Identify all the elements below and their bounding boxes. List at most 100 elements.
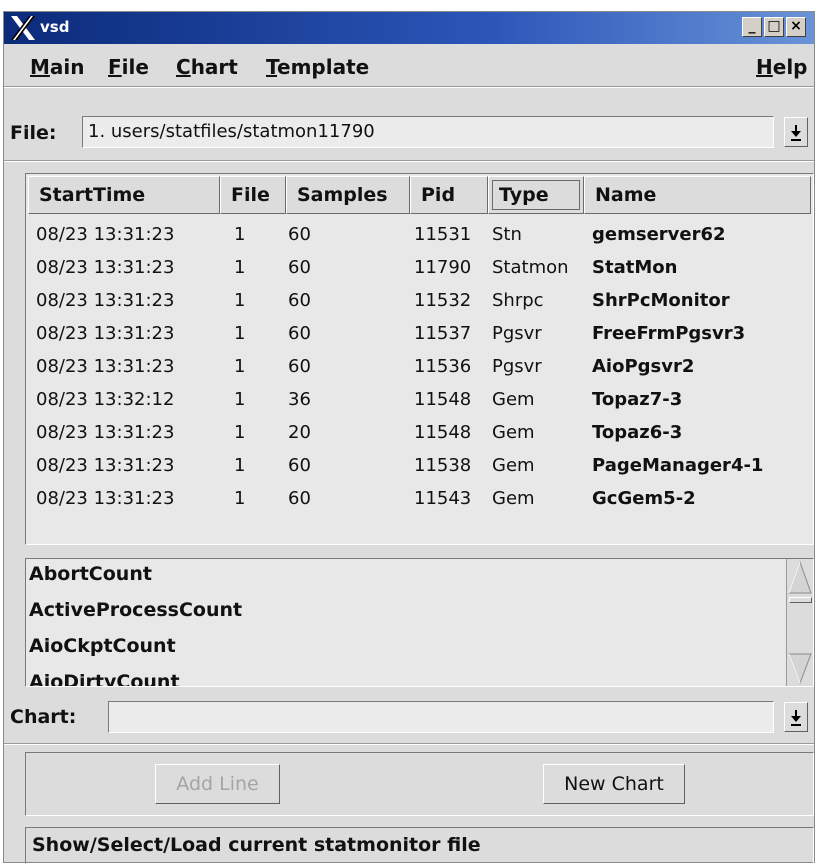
cell-file: 1: [234, 356, 246, 377]
menu-bar: Main File Chart Template Help: [4, 44, 814, 86]
cell-pid: 11538: [414, 455, 472, 476]
cell-file: 1: [234, 224, 246, 245]
down-arrow-icon: [791, 710, 801, 726]
cell-samples: 60: [288, 257, 311, 278]
button-bar: Add Line New Chart: [25, 752, 814, 816]
file-dropdown-button[interactable]: [784, 117, 808, 147]
new-chart-button[interactable]: New Chart: [543, 764, 685, 804]
column-header-samples[interactable]: Samples: [286, 176, 410, 214]
file-combo-input[interactable]: 1. users/statfiles/statmon11790: [82, 116, 774, 148]
add-line-button[interactable]: Add Line: [155, 764, 280, 804]
cell-file: 1: [234, 323, 246, 344]
cell-samples: 60: [288, 290, 311, 311]
cell-name: Topaz6-3: [592, 422, 683, 443]
cell-name: Topaz7-3: [592, 389, 683, 410]
cell-starttime: 08/23 13:31:23: [36, 488, 175, 509]
table-row[interactable]: 08/23 13:31:23 1 60 11536 Pgsvr AioPgsvr2: [26, 350, 813, 384]
cell-type: Pgsvr: [492, 323, 542, 344]
table-row[interactable]: 08/23 13:32:12 1 36 11548 Gem Topaz7-3: [26, 383, 813, 417]
list-scrollbar[interactable]: [786, 559, 813, 686]
title-bar[interactable]: vsd _ □ ×: [4, 12, 814, 44]
file-separator: [4, 160, 814, 162]
cell-name: FreeFrmPgsvr3: [592, 323, 746, 344]
cell-type: Pgsvr: [492, 356, 542, 377]
cell-file: 1: [234, 257, 246, 278]
minimize-button[interactable]: _: [742, 17, 762, 37]
cell-file: 1: [234, 290, 246, 311]
table-row[interactable]: 08/23 13:31:23 1 20 11548 Gem Topaz6-3: [26, 416, 813, 450]
column-header-pid[interactable]: Pid: [410, 176, 488, 214]
menu-chart[interactable]: Chart: [176, 55, 238, 79]
status-bar: Show/Select/Load current statmonitor fil…: [25, 827, 814, 864]
table-row[interactable]: 08/23 13:31:23 1 60 11537 Pgsvr FreeFrmPgsvr3: [26, 317, 813, 351]
cell-starttime: 08/23 13:31:23: [36, 422, 175, 443]
cell-file: 1: [234, 488, 246, 509]
cell-starttime: 08/23 13:31:23: [36, 290, 175, 311]
table-row[interactable]: 08/23 13:31:23 1 60 11531 Stn gemserver62: [26, 218, 813, 252]
menu-main[interactable]: Main: [30, 55, 85, 79]
cell-name: gemserver62: [592, 224, 726, 245]
chart-label: Chart:: [10, 706, 77, 728]
cell-pid: 11548: [414, 389, 472, 410]
cell-name: GcGem5-2: [592, 488, 696, 509]
close-button[interactable]: ×: [786, 17, 806, 37]
cell-samples: 36: [288, 389, 311, 410]
cell-samples: 60: [288, 488, 311, 509]
cell-starttime: 08/23 13:32:12: [36, 389, 175, 410]
table-row[interactable]: 08/23 13:31:23 1 60 11532 Shrpc ShrPcMonitor: [26, 284, 813, 318]
cell-type: Statmon: [492, 257, 569, 278]
column-header-starttime[interactable]: StartTime: [28, 176, 220, 214]
file-label: File:: [10, 122, 57, 144]
table-row[interactable]: 08/23 13:31:23 1 60 11543 Gem GcGem5-2: [26, 482, 813, 516]
menu-help[interactable]: Help: [756, 55, 808, 79]
chart-combo-input[interactable]: [108, 701, 774, 733]
list-item[interactable]: ActiveProcessCount: [29, 599, 242, 621]
statistic-list[interactable]: AbortCount ActiveProcessCount AioCkptCou…: [25, 558, 814, 687]
cell-starttime: 08/23 13:31:23: [36, 455, 175, 476]
cell-type: Gem: [492, 422, 535, 443]
cell-samples: 60: [288, 224, 311, 245]
cell-starttime: 08/23 13:31:23: [36, 257, 175, 278]
cell-name: PageManager4-1: [592, 455, 764, 476]
maximize-button[interactable]: □: [764, 17, 784, 37]
list-item[interactable]: AbortCount: [29, 563, 152, 585]
scroll-thumb[interactable]: [789, 597, 812, 603]
cell-starttime: 08/23 13:31:23: [36, 356, 175, 377]
menu-file[interactable]: File: [108, 55, 149, 79]
scroll-down-arrow-icon[interactable]: [787, 652, 813, 686]
cell-name: AioPgsvr2: [592, 356, 695, 377]
cell-name: StatMon: [592, 257, 678, 278]
cell-pid: 11790: [414, 257, 472, 278]
cell-type: Gem: [492, 455, 535, 476]
cell-type: Gem: [492, 389, 535, 410]
cell-type: Gem: [492, 488, 535, 509]
list-item[interactable]: AioDirtyCount: [29, 671, 180, 686]
process-table: StartTime File Samples Pid Type Name 08/…: [25, 173, 814, 545]
cell-pid: 11532: [414, 290, 472, 311]
cell-pid: 11548: [414, 422, 472, 443]
cell-file: 1: [234, 422, 246, 443]
cell-pid: 11543: [414, 488, 472, 509]
down-arrow-icon: [791, 125, 801, 141]
cell-starttime: 08/23 13:31:23: [36, 323, 175, 344]
chart-dropdown-button[interactable]: [784, 702, 808, 732]
list-item[interactable]: AioCkptCount: [29, 635, 176, 657]
table-row[interactable]: 08/23 13:31:23 1 60 11538 Gem PageManager4-1: [26, 449, 813, 483]
table-row[interactable]: 08/23 13:31:23 1 60 11790 Statmon StatMon: [26, 251, 813, 285]
menu-template[interactable]: Template: [266, 55, 369, 79]
scroll-up-arrow-icon[interactable]: [787, 559, 813, 599]
cell-samples: 60: [288, 455, 311, 476]
column-header-file[interactable]: File: [220, 176, 286, 214]
cell-samples: 60: [288, 323, 311, 344]
chart-separator: [4, 743, 814, 745]
cell-samples: 60: [288, 356, 311, 377]
column-header-name[interactable]: Name: [584, 176, 811, 214]
cell-type: Stn: [492, 224, 522, 245]
cell-samples: 20: [288, 422, 311, 443]
cell-pid: 11531: [414, 224, 472, 245]
column-header-focus-ring: [492, 180, 580, 210]
column-header-type[interactable]: Type: [488, 176, 584, 214]
vsd-window: vsd _ □ × Main File Chart Template Help …: [3, 11, 815, 864]
cell-file: 1: [234, 389, 246, 410]
window-title: vsd: [40, 18, 70, 36]
